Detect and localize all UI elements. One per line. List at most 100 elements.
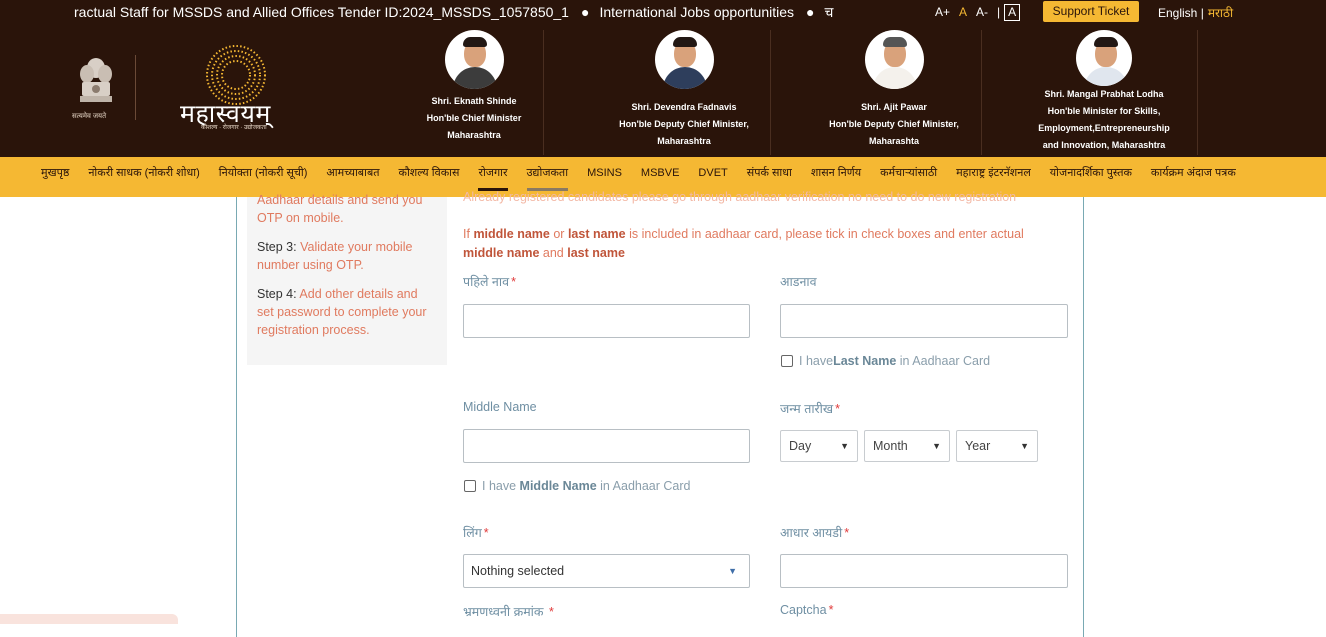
checkbox[interactable] (781, 355, 793, 367)
note-bold: middle name (473, 227, 550, 241)
caret-down-icon: ▼ (932, 441, 941, 451)
leader-photo (1076, 30, 1132, 86)
checkbox-label: in Aadhaar Card (899, 354, 991, 368)
leader-state: Maharashtra (447, 130, 501, 140)
lang-english-link[interactable]: English | (1158, 6, 1204, 20)
leader-role: Hon'ble Minister for Skills, (1047, 106, 1161, 116)
gender-label: लिंग * (463, 524, 489, 541)
divider (770, 30, 771, 155)
leader-card: Shri. Devendra Fadnavis Hon'ble Deputy C… (608, 30, 760, 150)
name-instructions: If middle name or last name is included … (463, 225, 1053, 263)
registration-steps: Aadhaar details and send you OTP on mobi… (247, 193, 447, 365)
dob-day-select[interactable]: Day ▼ (780, 430, 858, 462)
step-4-label: Step 4: (257, 287, 297, 301)
label-text: आधार आयडी (780, 526, 843, 540)
leader-role: Hon'ble Chief Minister (426, 113, 522, 123)
aadhaar-input[interactable] (780, 554, 1068, 588)
required-mark: * (835, 402, 841, 416)
mobile-label: भ्रमणध्वनी क्रमांक * (463, 603, 554, 620)
divider (1197, 30, 1198, 155)
brand-tagline: कौशल्य · रोजगार · उद्योजकता (201, 125, 267, 131)
leader-card: Shri. Mangal Prabhat Lodha Hon'ble Minis… (1030, 30, 1178, 154)
checkbox-label-bold: Last Name (833, 354, 897, 368)
leader-state: Maharashta (868, 136, 920, 146)
ticker-item[interactable]: ractual Staff for MSSDS and Allied Offic… (74, 4, 569, 20)
middle-name-label: Middle Name (463, 400, 537, 414)
note-bold: middle name (463, 246, 540, 260)
bullet-icon: ● (806, 4, 815, 20)
select-value: Year (965, 439, 991, 453)
leader-role: Hon'ble Deputy Chief Minister, (619, 119, 749, 129)
label-text: जन्म तारीख (780, 402, 834, 416)
note-text: If (463, 227, 470, 241)
leader-photo (444, 30, 504, 89)
bullet-icon: ● (580, 4, 590, 20)
news-ticker[interactable]: ractual Staff for MSSDS and Allied Offic… (74, 3, 874, 21)
leader-card: Shri. Ajit Pawar Hon'ble Deputy Chief Mi… (818, 30, 970, 150)
middle-name-input[interactable] (463, 429, 750, 463)
leader-name: Shri. Eknath Shinde (431, 96, 517, 106)
dob-year-select[interactable]: Year ▼ (956, 430, 1038, 462)
notification-bar[interactable] (0, 614, 178, 624)
step-4: Step 4: Add other details and set passwo… (257, 285, 437, 339)
font-normal-button[interactable]: A (959, 5, 967, 19)
leader-state: Maharashtra (657, 136, 711, 146)
note-bold: last name (567, 227, 626, 241)
leader-name: Shri. Ajit Pawar (861, 102, 927, 112)
select-value: Month (873, 439, 908, 453)
contrast-button[interactable]: A (1004, 3, 1021, 21)
dob-label: जन्म तारीख * (780, 400, 840, 417)
site-header: ractual Staff for MSSDS and Allied Offic… (0, 0, 1326, 157)
nav-item-home[interactable]: मुखपृष्ठ (41, 157, 69, 197)
divider (981, 30, 982, 155)
leader-card: Shri. Eknath Shinde Hon'ble Chief Minist… (414, 30, 534, 144)
surname-label: आडनाव (780, 275, 817, 289)
separator: | (997, 5, 1001, 19)
lang-marathi-link[interactable]: मराठी (1208, 6, 1233, 20)
step-3: Step 3: Validate your mobile number usin… (257, 238, 437, 274)
step-3-label: Step 3: (257, 240, 297, 254)
leader-photo (654, 30, 714, 89)
font-size-controls: A+ A A- | A (935, 2, 1029, 22)
checkbox-label-bold: Middle Name (519, 479, 597, 493)
nav-item-scheme-booklet[interactable]: योजनादर्शिका पुस्तक (1050, 157, 1132, 197)
first-name-input[interactable] (463, 304, 750, 338)
checkbox-label: I have (482, 479, 517, 493)
ticker-item[interactable]: च (824, 3, 833, 21)
first-name-label: पहिले नाव * (463, 273, 516, 290)
caret-down-icon: ▼ (840, 441, 849, 451)
leader-role: Hon'ble Deputy Chief Minister, (829, 119, 959, 129)
note-text: is included in aadhaar card, please tick… (629, 227, 1024, 241)
note-text: and (542, 246, 564, 260)
checkbox-label: in Aadhaar Card (600, 479, 691, 493)
caret-down-icon: ▼ (728, 566, 737, 576)
divider (135, 55, 136, 120)
font-increase-button[interactable]: A+ (935, 5, 950, 19)
select-value: Day (789, 439, 812, 453)
nav-item-program-budget[interactable]: कार्यक्रम अंदाज पत्रक (1151, 157, 1236, 197)
dob-month-select[interactable]: Month ▼ (864, 430, 950, 462)
ticker-item[interactable]: International Jobs opportunities (599, 4, 794, 20)
checkbox[interactable] (464, 480, 476, 492)
required-mark: * (828, 603, 834, 617)
language-switch: English | मराठी (1158, 4, 1233, 21)
label-text: पहिले नाव (463, 275, 510, 289)
step-2-text: Aadhaar details and send you OTP on mobi… (257, 193, 423, 225)
required-mark: * (549, 605, 554, 619)
last-name-checkbox[interactable]: I have Last Name in Aadhaar Card (781, 354, 990, 368)
required-mark: * (844, 526, 850, 540)
required-mark: * (483, 526, 489, 540)
surname-input[interactable] (780, 304, 1068, 338)
gender-select[interactable]: Nothing selected ▼ (463, 554, 750, 588)
note-text: or (553, 227, 565, 241)
font-decrease-button[interactable]: A- (976, 5, 988, 19)
nav-item-job-seeker[interactable]: नोकरी साधक (नोकरी शोधा) (88, 157, 199, 197)
middle-name-checkbox[interactable]: I have Middle Name in Aadhaar Card (464, 479, 690, 493)
national-emblem-icon (80, 58, 112, 102)
support-ticket-button[interactable]: Support Ticket (1043, 1, 1139, 22)
leader-state: and Innovation, Maharashtra (1042, 140, 1166, 150)
leader-photo (864, 30, 924, 89)
divider (543, 30, 544, 155)
leader-role: Employment,Entrepreneurship (1038, 123, 1170, 133)
label-text: भ्रमणध्वनी क्रमांक (463, 605, 544, 619)
